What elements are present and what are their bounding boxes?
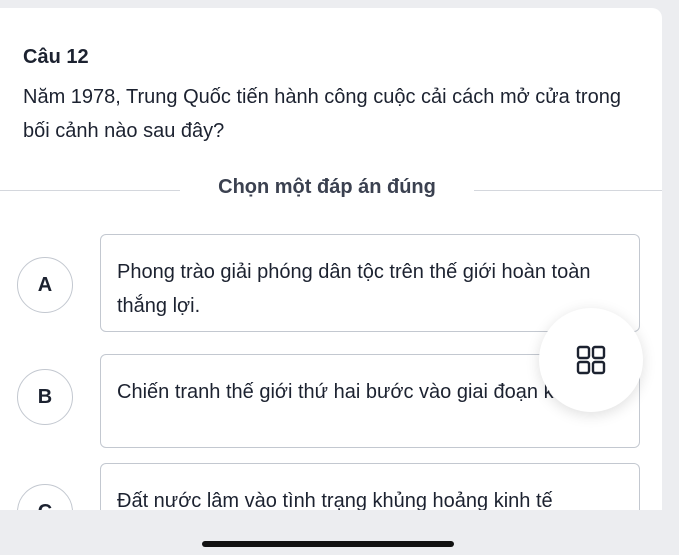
grid-icon [576, 345, 606, 375]
divider-line-right [474, 190, 662, 191]
option-text: Đất nước lâm vào tình trạng khủng hoảng … [117, 490, 553, 510]
option-letter: C [38, 501, 52, 511]
question-text: Năm 1978, Trung Quốc tiến hành công cuộc… [23, 86, 621, 142]
option-letter: B [37, 385, 53, 408]
option-text: Phong trào giải phóng dân tộc trên thế g… [117, 261, 591, 317]
question-number: Câu 12 [23, 46, 89, 68]
option-b-letter[interactable]: B [17, 369, 73, 425]
option-a-letter[interactable]: A [17, 257, 73, 313]
divider-line-left [0, 190, 180, 191]
option-letter: A [37, 273, 53, 296]
option-c[interactable]: Đất nước lâm vào tình trạng khủng hoảng … [100, 463, 640, 510]
option-c-letter[interactable]: C [17, 484, 73, 510]
home-indicator[interactable] [202, 541, 454, 547]
question-card: Câu 12 Năm 1978, Trung Quốc tiến hành cô… [0, 8, 662, 510]
question-grid-button[interactable] [539, 308, 643, 412]
answer-instruction: Chọn một đáp án đúng [218, 176, 436, 198]
option-text: Chiến tranh thế giới thứ hai bước vào gi… [117, 381, 620, 403]
instruction-divider: Chọn một đáp án đúng [0, 172, 662, 208]
